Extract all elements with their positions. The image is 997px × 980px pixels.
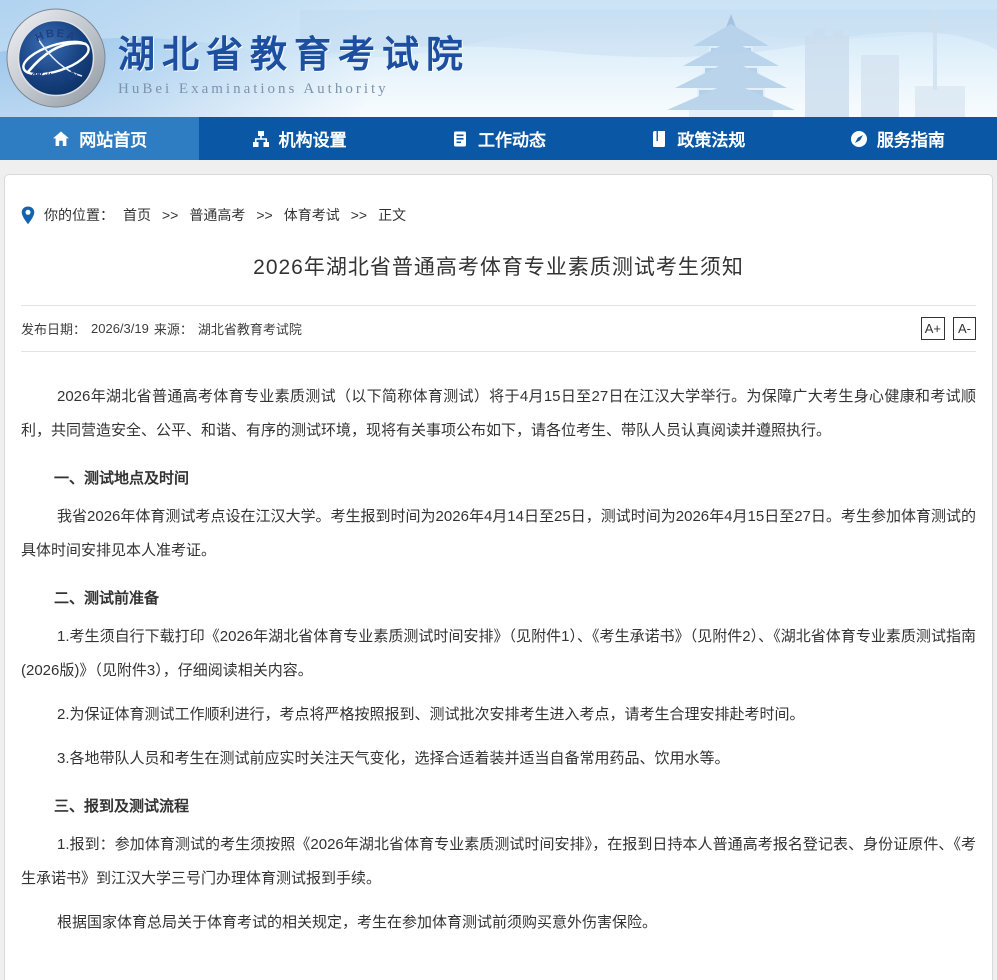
breadcrumb-gaokao[interactable]: 普通高考: [189, 205, 245, 225]
article-meta: 发布日期： 2026/3/19 来源： 湖北省教育考试院: [21, 319, 921, 338]
breadcrumb-current: 正文: [378, 205, 406, 225]
home-icon: [52, 130, 70, 148]
source-value: 湖北省教育考试院: [198, 319, 302, 338]
pagoda-skyline-art: [637, 0, 997, 117]
nav-item-organization[interactable]: 机构设置: [199, 117, 398, 160]
nav-item-label: 工作动态: [478, 126, 546, 151]
nav-item-news[interactable]: 工作动态: [399, 117, 598, 160]
site-titles: 湖北省教育考试院 HuBei Examinations Authority: [118, 18, 470, 98]
sitemap-icon: [252, 130, 270, 148]
policy-book-icon: [650, 130, 668, 148]
compass-icon: [850, 130, 868, 148]
font-decrease-button[interactable]: A-: [953, 317, 976, 340]
section-heading-3: 三、报到及测试流程: [21, 796, 976, 818]
publish-date-label: 发布日期：: [21, 319, 86, 338]
breadcrumb-home[interactable]: 首页: [123, 205, 151, 225]
paragraph: 我省2026年体育测试考点设在江汉大学。考生报到时间为2026年4月14日至25…: [21, 500, 976, 568]
site-title-en: HuBei Examinations Authority: [118, 81, 470, 98]
font-increase-button[interactable]: A+: [921, 317, 945, 340]
paragraph: 1.报到：参加体育测试的考生须按照《2026年湖北省体育专业素质测试时间安排》，…: [21, 828, 976, 896]
paragraph-intro: 2026年湖北省普通高考体育专业素质测试（以下简称体育测试）将于4月15日至27…: [21, 380, 976, 448]
location-pin-icon: [21, 206, 35, 225]
content-card: 你的位置： 首页 >> 普通高考 >> 体育考试 >> 正文 2026年湖北省普…: [4, 174, 993, 980]
site-title-cn: 湖北省教育考试院: [118, 24, 470, 78]
site-logo[interactable]: HBEA 湖北考试 湖北省教育考试院 HuBei Examinations Au…: [6, 8, 470, 108]
paragraph: 根据国家体育总局关于体育考试的相关规定，考生在参加体育测试前须购买意外伤害保险。: [21, 906, 976, 940]
publish-date-value: 2026/3/19: [91, 321, 149, 336]
nav-item-service-guide[interactable]: 服务指南: [798, 117, 997, 160]
article-meta-row: 发布日期： 2026/3/19 来源： 湖北省教育考试院 A+ A-: [21, 305, 976, 352]
nav-item-home[interactable]: 网站首页: [0, 117, 199, 160]
nav-item-label: 政策法规: [677, 126, 745, 151]
font-size-controls: A+ A-: [921, 317, 976, 340]
nav-item-label: 机构设置: [279, 126, 347, 151]
breadcrumb-prefix: 你的位置：: [44, 205, 114, 225]
hbea-badge-icon: HBEA 湖北考试: [6, 8, 106, 108]
section-heading-1: 一、测试地点及时间: [21, 468, 976, 490]
breadcrumb-sports-exam[interactable]: 体育考试: [284, 205, 340, 225]
news-icon: [451, 130, 469, 148]
nav-item-label: 网站首页: [79, 126, 147, 151]
section-heading-2: 二、测试前准备: [21, 588, 976, 610]
main-nav: 网站首页 机构设置 工作动态 政策法规 服务指南: [0, 117, 997, 160]
breadcrumb-separator: >>: [351, 207, 367, 223]
paragraph: 2.为保证体育测试工作顺利进行，考点将严格按照报到、测试批次安排考生进入考点，请…: [21, 698, 976, 732]
breadcrumb-separator: >>: [162, 207, 178, 223]
breadcrumb-separator: >>: [256, 207, 272, 223]
breadcrumb: 你的位置： 首页 >> 普通高考 >> 体育考试 >> 正文: [21, 175, 976, 225]
nav-item-policy[interactable]: 政策法规: [598, 117, 797, 160]
paragraph: 3.各地带队人员和考生在测试前应实时关注天气变化，选择合适着装并适当自备常用药品…: [21, 742, 976, 776]
article-body: 2026年湖北省普通高考体育专业素质测试（以下简称体育测试）将于4月15日至27…: [21, 352, 976, 970]
paragraph: 1.考生须自行下载打印《2026年湖北省体育专业素质测试时间安排》（见附件1）、…: [21, 620, 976, 688]
source-label: 来源：: [154, 319, 193, 338]
page-body: 你的位置： 首页 >> 普通高考 >> 体育考试 >> 正文 2026年湖北省普…: [0, 160, 997, 980]
article-title: 2026年湖北省普通高考体育专业素质测试考生须知: [21, 251, 976, 281]
site-header: HBEA 湖北考试 湖北省教育考试院 HuBei Examinations Au…: [0, 0, 997, 117]
nav-item-label: 服务指南: [877, 126, 945, 151]
